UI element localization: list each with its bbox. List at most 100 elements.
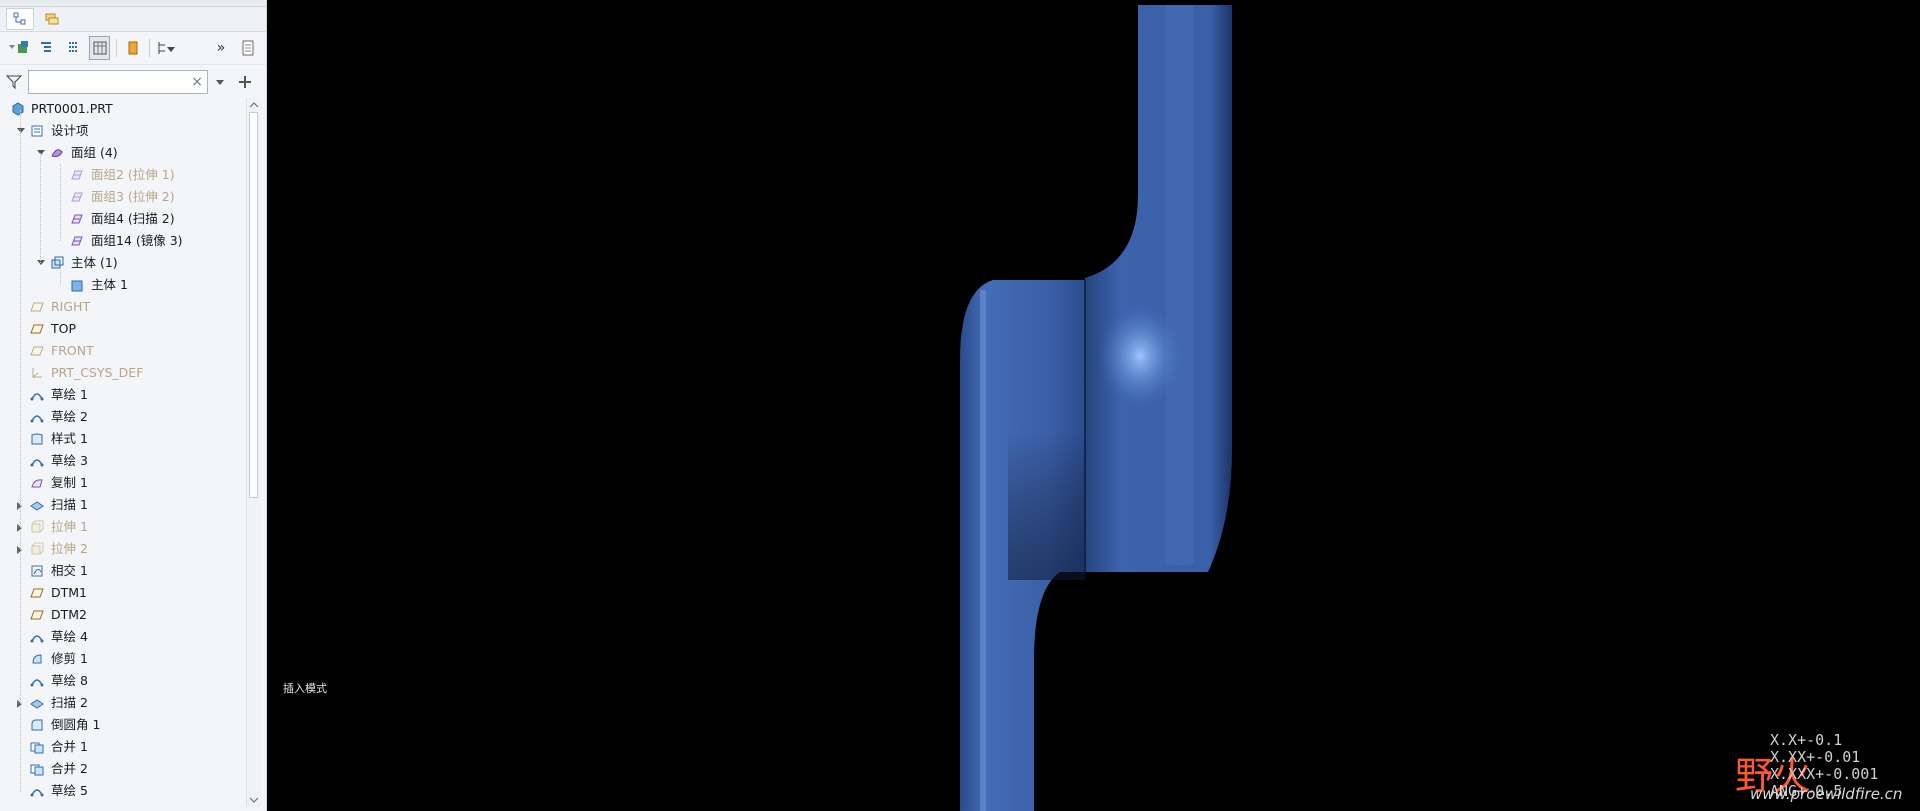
- expanded-arrow-icon[interactable]: [17, 128, 25, 133]
- specular-highlight: [1098, 304, 1182, 408]
- datum-plane-icon: [30, 302, 44, 312]
- copy-icon: [31, 479, 43, 488]
- tolerance-line: X.XXX+-0.001: [1770, 765, 1879, 783]
- tree-connector-line: [40, 153, 41, 263]
- show-list-button[interactable]: [237, 36, 258, 60]
- tree-item-label: 草绘 5: [51, 783, 88, 798]
- tree-item-label: 面组4 (扫描 2): [91, 211, 175, 226]
- quilt-icon: [71, 236, 83, 246]
- part-upper-arm-edge: [1166, 5, 1194, 565]
- tree-columns-button[interactable]: [89, 36, 110, 60]
- scroll-up-arrow-icon[interactable]: [248, 100, 260, 110]
- settings-dropdown-button[interactable]: [8, 36, 30, 60]
- model-tree-panel: » × PRT0001.PRT 设计项 面组 (4) 面组2 (拉伸 1) 面组3 (…: [0, 0, 267, 811]
- merge-icon: [30, 742, 44, 754]
- scrollbar-thumb[interactable]: [249, 112, 258, 498]
- tree-search-input[interactable]: [29, 71, 188, 93]
- highlight-icon: [128, 41, 138, 55]
- tree-filter-icon: [158, 42, 176, 54]
- design-items-icon: [31, 125, 43, 137]
- document-list-icon: [242, 40, 254, 56]
- tree-item-label: PRT_CSYS_DEF: [51, 365, 144, 380]
- model-tree-tab[interactable]: [6, 8, 34, 30]
- tree-item-label: 面组 (4): [71, 145, 118, 160]
- tree-search-row: ×: [0, 65, 266, 99]
- tree-item-label: 拉伸 2: [51, 541, 88, 556]
- sketch-icon: [30, 393, 44, 401]
- search-dropdown-icon[interactable]: [214, 76, 226, 88]
- tree-root-label: PRT0001.PRT: [31, 101, 113, 116]
- collapse-tree-button[interactable]: [63, 36, 84, 60]
- collapse-tree-icon: [68, 42, 77, 52]
- datum-plane-icon: [30, 324, 44, 334]
- tree-item-label: 主体 (1): [71, 255, 118, 270]
- part-upper-arm: [1085, 5, 1232, 572]
- extrude-icon: [31, 542, 44, 555]
- model-tree-icon: [13, 12, 26, 25]
- graphics-viewport[interactable]: [268, 0, 1920, 811]
- tree-item-label: 合并 2: [51, 761, 88, 776]
- trim-icon: [32, 654, 42, 664]
- tree-item-label: RIGHT: [51, 299, 91, 314]
- sketch-icon: [30, 635, 44, 643]
- expanded-arrow-icon[interactable]: [37, 260, 45, 265]
- 3d-model-view: [960, 5, 1232, 811]
- body-icon: [71, 280, 83, 292]
- tree-columns-icon: [93, 41, 107, 55]
- toolbar-separator: [149, 39, 151, 57]
- scroll-down-arrow-icon[interactable]: [248, 795, 260, 805]
- quilt-icon: [71, 214, 83, 224]
- clear-search-icon[interactable]: ×: [187, 74, 207, 90]
- highlight-button[interactable]: [123, 36, 144, 60]
- tree-item-label: 扫描 2: [51, 695, 88, 710]
- tree-item-label: 扫描 1: [51, 497, 88, 512]
- merge-icon: [30, 764, 44, 776]
- tree-item-label: 主体 1: [91, 277, 128, 292]
- toolbar-separator: [115, 39, 117, 57]
- tree-connector-line: [60, 270, 61, 285]
- tree-item-label: 复制 1: [51, 475, 88, 490]
- part-icon: [12, 102, 24, 116]
- tree-connector-line: [20, 110, 21, 792]
- model-tree: PRT0001.PRT 设计项 面组 (4) 面组2 (拉伸 1) 面组3 (拉伸 2…: [0, 98, 245, 811]
- tree-toolbar: »: [0, 32, 266, 65]
- sweep-icon: [30, 699, 44, 709]
- tree-filter-button[interactable]: [156, 36, 178, 60]
- sweep-icon: [30, 501, 44, 511]
- datum-plane-icon: [30, 588, 44, 598]
- part-shadow: [1008, 430, 1085, 580]
- tree-scrollbar[interactable]: [246, 98, 261, 807]
- top-strip: [0, 0, 266, 7]
- extrude-icon: [31, 520, 44, 533]
- tree-item-label: DTM1: [51, 585, 87, 600]
- sketch-icon: [30, 415, 44, 423]
- expand-tree-icon: [41, 42, 52, 52]
- quilt-icon: [71, 170, 83, 180]
- tree-item-label: 相交 1: [51, 563, 88, 578]
- more-tools-button[interactable]: »: [211, 36, 232, 60]
- expand-tree-button[interactable]: [36, 36, 57, 60]
- body-group-icon: [51, 256, 64, 269]
- tree-item-label: 倒圆角 1: [51, 717, 101, 732]
- intersect-icon: [31, 565, 43, 577]
- tree-item-label: DTM2: [51, 607, 87, 622]
- tree-item-label: 面组3 (拉伸 2): [91, 189, 175, 204]
- tolerance-line: X.XX+-0.01: [1770, 748, 1861, 766]
- datum-plane-icon: [30, 610, 44, 620]
- tree-item-label: 修剪 1: [51, 651, 88, 666]
- tree-item-label: 面组14 (镜像 3): [91, 233, 183, 248]
- tree-item-label: 拉伸 1: [51, 519, 88, 534]
- tree-connector-line: [60, 164, 61, 241]
- tree-item-label: 草绘 1: [51, 387, 88, 402]
- tree-item-label: 草绘 4: [51, 629, 88, 644]
- add-filter-icon[interactable]: [238, 75, 252, 89]
- tree-item-label: 合并 1: [51, 739, 88, 754]
- filter-funnel-icon: [6, 75, 22, 90]
- tree-item-label: 草绘 3: [51, 453, 88, 468]
- tree-item-label: 草绘 2: [51, 409, 88, 424]
- expanded-arrow-icon[interactable]: [37, 150, 45, 155]
- csys-icon: [32, 368, 42, 378]
- watermark-site: www.proewildfire.cn: [1750, 785, 1903, 803]
- layer-tree-tab[interactable]: [38, 8, 66, 30]
- tree-item-label: 样式 1: [51, 431, 88, 446]
